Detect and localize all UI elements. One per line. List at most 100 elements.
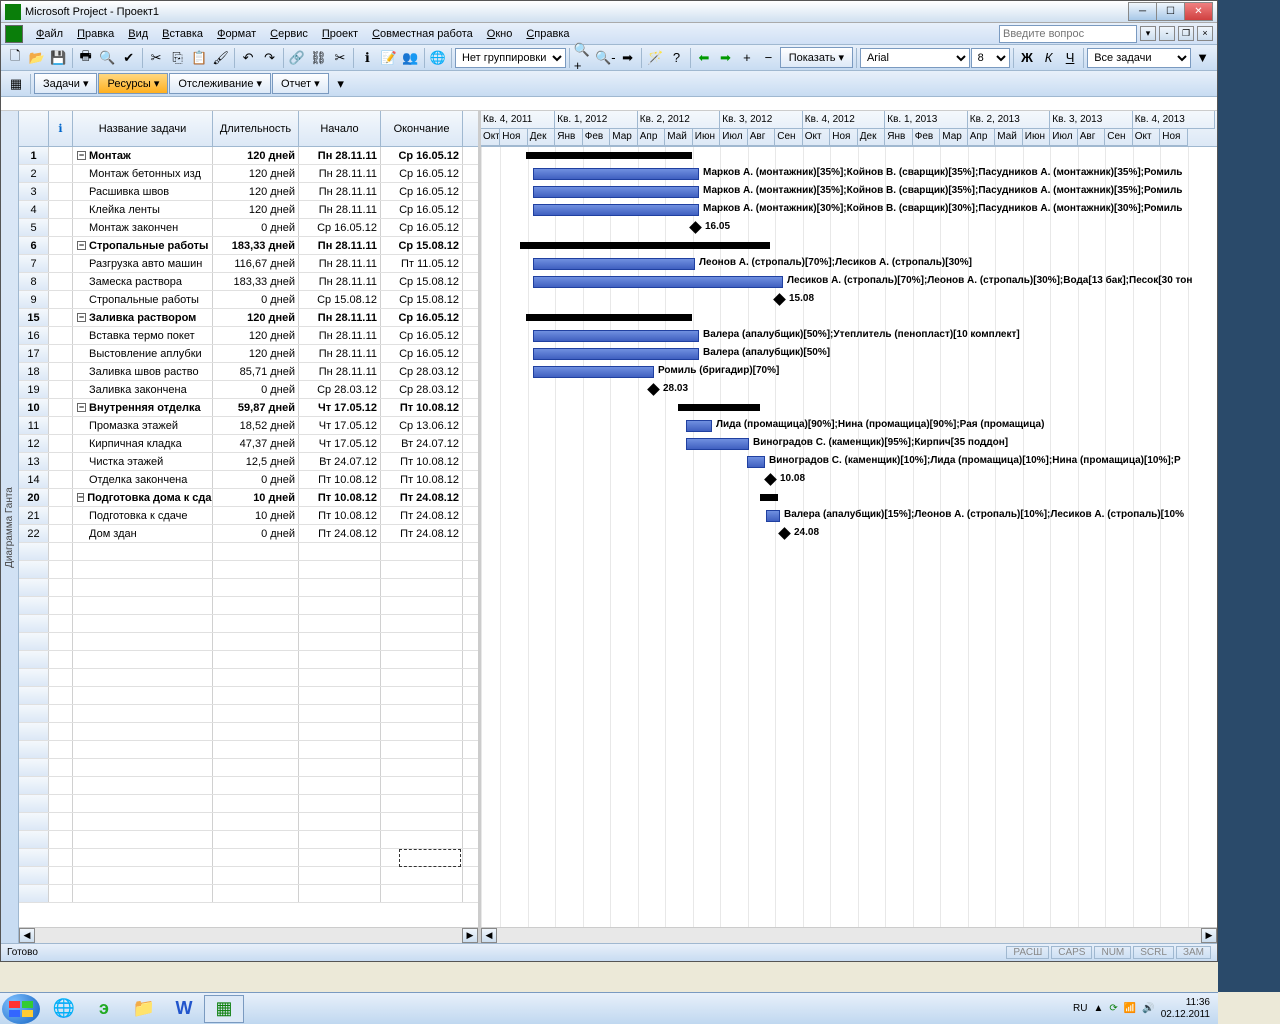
start-cell[interactable] [299,849,381,866]
duration-cell[interactable]: 0 дней [213,471,299,488]
duration-cell[interactable]: 0 дней [213,291,299,308]
table-row[interactable] [19,777,478,795]
table-row[interactable] [19,579,478,597]
month-header[interactable]: Фев [913,129,941,147]
duration-cell[interactable] [213,615,299,632]
row-number[interactable]: 16 [19,327,49,344]
end-cell[interactable]: Ср 16.05.12 [381,165,463,182]
row-number[interactable]: 15 [19,309,49,326]
task-name-cell[interactable] [73,543,213,560]
row-number[interactable] [19,759,49,776]
table-row[interactable] [19,885,478,903]
end-cell[interactable] [381,867,463,884]
table-row[interactable]: 17Выстовление аплубки120 днейПн 28.11.11… [19,345,478,363]
month-header[interactable]: Окт [481,129,500,147]
taskbar-explorer-icon[interactable]: 📁 [124,995,164,1023]
end-cell[interactable]: Ср 16.05.12 [381,183,463,200]
indicator-cell[interactable] [49,255,73,272]
start-cell[interactable]: Пн 28.11.11 [299,363,381,380]
task-bar[interactable] [533,204,699,216]
tray-clock[interactable]: 11:3602.12.2011 [1161,997,1210,1021]
start-cell[interactable] [299,723,381,740]
tray-refresh-icon[interactable]: ⟳ [1109,1003,1117,1014]
indicator-cell[interactable] [49,435,73,452]
task-name-cell[interactable]: Чистка этажей [73,453,213,470]
tray-flag-icon[interactable]: ▲ [1093,1003,1103,1014]
end-cell[interactable]: Пт 10.08.12 [381,453,463,470]
month-header[interactable]: Июл [1050,129,1078,147]
taskbar-project-icon[interactable]: ▦ [204,995,244,1023]
start-cell[interactable] [299,867,381,884]
start-cell[interactable]: Пн 28.11.11 [299,309,381,326]
indicator-cell[interactable] [49,363,73,380]
font-select[interactable]: Arial [860,48,970,68]
start-cell[interactable]: Чт 17.05.12 [299,399,381,416]
start-cell[interactable]: Пт 24.08.12 [299,525,381,542]
scroll-left-button[interactable]: ◀ [19,928,35,943]
start-cell[interactable]: Пн 28.11.11 [299,327,381,344]
summary-bar[interactable] [520,242,770,249]
task-name-cell[interactable] [73,849,213,866]
table-row[interactable]: 4Клейка ленты120 днейПн 28.11.11Ср 16.05… [19,201,478,219]
task-bar[interactable] [533,258,695,270]
row-number[interactable]: 22 [19,525,49,542]
col-end[interactable]: Окончание [381,111,463,146]
task-name-cell[interactable] [73,777,213,794]
month-header[interactable]: Авг [1078,129,1106,147]
end-cell[interactable]: Ср 16.05.12 [381,201,463,218]
duration-cell[interactable] [213,885,299,902]
row-number[interactable] [19,543,49,560]
start-cell[interactable]: Пн 28.11.11 [299,183,381,200]
hide-subtasks-icon[interactable]: − [758,47,779,69]
task-name-cell[interactable] [73,561,213,578]
duration-cell[interactable]: 0 дней [213,381,299,398]
indicator-cell[interactable] [49,705,73,722]
start-cell[interactable] [299,831,381,848]
duration-cell[interactable]: 120 дней [213,327,299,344]
tray-lang[interactable]: RU [1073,1003,1087,1014]
taskbar-app-icon[interactable]: э [84,995,124,1023]
month-header[interactable]: Мар [610,129,638,147]
end-cell[interactable] [381,543,463,560]
start-cell[interactable] [299,669,381,686]
publish-icon[interactable]: 🌐 [428,47,449,69]
minimize-button[interactable]: ─ [1128,2,1157,21]
start-cell[interactable]: Пн 28.11.11 [299,273,381,290]
start-cell[interactable]: Пт 10.08.12 [299,507,381,524]
indicator-cell[interactable] [49,831,73,848]
end-cell[interactable] [381,741,463,758]
preview-icon[interactable]: 🔍 [97,47,118,69]
row-number[interactable]: 5 [19,219,49,236]
start-cell[interactable]: Чт 17.05.12 [299,435,381,452]
table-row[interactable] [19,597,478,615]
indicator-cell[interactable] [49,615,73,632]
task-name-cell[interactable] [73,759,213,776]
start-cell[interactable]: Ср 28.03.12 [299,381,381,398]
row-number[interactable]: 3 [19,183,49,200]
toolbar-options-icon[interactable]: ▾ [330,73,352,95]
end-cell[interactable]: Ср 16.05.12 [381,345,463,362]
duration-cell[interactable] [213,561,299,578]
indicator-cell[interactable] [49,219,73,236]
task-name-cell[interactable] [73,885,213,902]
table-row[interactable]: 7Разгрузка авто машин116,67 днейПн 28.11… [19,255,478,273]
start-cell[interactable]: Пт 10.08.12 [299,489,381,506]
task-name-cell[interactable] [73,615,213,632]
end-cell[interactable]: Ср 16.05.12 [381,327,463,344]
format-painter-icon[interactable]: 🖌 [210,47,231,69]
indicator-cell[interactable] [49,525,73,542]
redo-icon[interactable]: ↷ [259,47,280,69]
task-name-cell[interactable]: Замеска раствора [73,273,213,290]
duration-cell[interactable] [213,579,299,596]
tasks-view-button[interactable]: Задачи ▾ [34,73,97,94]
indicator-cell[interactable] [49,813,73,830]
duration-cell[interactable] [213,597,299,614]
task-name-cell[interactable]: Вставка термо покет [73,327,213,344]
quarter-header[interactable]: Кв. 4, 2013 [1133,111,1216,129]
indicator-cell[interactable] [49,669,73,686]
table-row[interactable]: 10−Внутренняя отделка59,87 днейЧт 17.05.… [19,399,478,417]
paste-icon[interactable]: 📋 [189,47,210,69]
table-row[interactable] [19,669,478,687]
split-icon[interactable]: ✂ [330,47,351,69]
task-name-cell[interactable]: Заливка закончена [73,381,213,398]
